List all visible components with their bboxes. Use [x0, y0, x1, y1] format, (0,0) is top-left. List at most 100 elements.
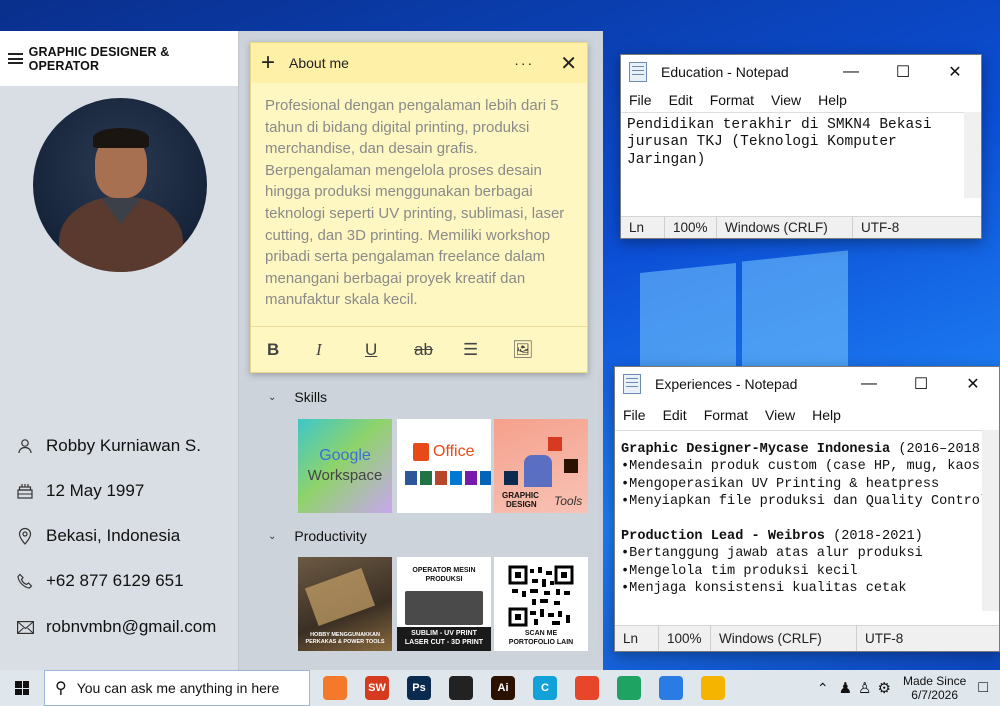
add-note-icon[interactable]: +	[261, 51, 275, 75]
close-button[interactable]: ✕	[947, 374, 999, 394]
search-icon: ⚲	[55, 680, 67, 697]
experiences-statusbar: Ln 100% Windows (CRLF) UTF-8	[615, 625, 999, 651]
status-ln: Ln	[621, 217, 665, 238]
experience-line: Graphic Designer-Mycase Indonesia (2016–…	[621, 441, 982, 458]
education-statusbar: Ln 100% Windows (CRLF) UTF-8	[621, 216, 981, 238]
location-pin-icon	[16, 527, 34, 545]
person-standing-icon[interactable]: ♙	[858, 679, 871, 697]
productivity-group-header[interactable]: ⌄ Productivity	[268, 528, 367, 544]
machines-image	[405, 591, 483, 625]
menu-help[interactable]: Help	[812, 407, 841, 423]
tile-google-workspace[interactable]: Google Workspace	[298, 419, 392, 513]
menu-view[interactable]: View	[771, 92, 801, 108]
taskbar-app-illustrator[interactable]: Ai	[482, 670, 524, 706]
experiences-text-area[interactable]: Graphic Designer-Mycase Indonesia (2016–…	[615, 430, 982, 611]
taskbar-app-docs[interactable]	[650, 670, 692, 706]
education-text-area[interactable]: Pendidikan terakhir di SMKN4 Bekasi juru…	[621, 112, 964, 198]
menu-view[interactable]: View	[765, 407, 795, 423]
ps-icon	[504, 471, 518, 485]
close-button[interactable]: ✕	[929, 62, 981, 82]
menu-help[interactable]: Help	[818, 92, 847, 108]
taskbar-app-photoshop[interactable]: Ps	[398, 670, 440, 706]
skills-group-header[interactable]: ⌄ Skills	[268, 389, 327, 405]
tile-hobby-line2: PERKAKAS & POWER TOOLS	[305, 639, 385, 645]
slides-icon	[701, 676, 725, 700]
cake-icon	[16, 482, 34, 500]
person-silhouette-icon[interactable]: ♟	[839, 679, 852, 697]
experiences-notepad-window[interactable]: Experiences - Notepad — ☐ ✕ File Edit Fo…	[614, 366, 1000, 652]
menu-edit[interactable]: Edit	[669, 92, 693, 108]
strikethrough-button[interactable]: ab	[414, 340, 463, 360]
experience-line: Production Lead - Weibros (2018-2021)	[621, 528, 976, 545]
more-options-icon[interactable]: ···	[514, 55, 534, 71]
experiences-title: Experiences - Notepad	[655, 375, 798, 392]
taskbar-app-coreldraw[interactable]: C	[524, 670, 566, 706]
info-location: Bekasi, Indonesia	[16, 526, 180, 546]
docs-icon	[659, 676, 683, 700]
taskbar-app-inkscape[interactable]	[440, 670, 482, 706]
experience-line: •Menjaga konsistensi kualitas cetak	[621, 580, 976, 597]
sw-icon	[548, 437, 562, 451]
taskbar-app-slides[interactable]	[692, 670, 734, 706]
menu-file[interactable]: File	[629, 92, 652, 108]
taskbar-search-box[interactable]: ⚲ You can ask me anything in here	[44, 670, 310, 706]
maximize-button[interactable]: ☐	[895, 374, 947, 394]
experience-role: Graphic Designer-Mycase Indonesia	[621, 442, 891, 457]
tile-hobby-tools[interactable]: HOBBY MENGGUNAKKAN PERKAKAS & POWER TOOL…	[298, 557, 392, 651]
sticky-body[interactable]: Profesional dengan pengalaman lebih dari…	[251, 83, 587, 329]
tools-image	[304, 567, 376, 627]
italic-button[interactable]: I	[316, 340, 365, 360]
tile-op-bot1: SUBLIM - UV PRINT	[411, 630, 477, 637]
tile-op-top2: PRODUKSI	[425, 576, 463, 583]
hamburger-menu-icon[interactable]	[8, 53, 23, 64]
maximize-button[interactable]: ☐	[877, 62, 929, 82]
gear-user-icon[interactable]: ⚙	[878, 679, 891, 697]
qr-code-icon[interactable]	[508, 565, 574, 627]
coreldraw-icon: C	[533, 676, 557, 700]
tile-op-top1: OPERATOR MESIN	[412, 567, 476, 574]
minimize-button[interactable]: —	[825, 63, 877, 81]
education-title: Education - Notepad	[661, 63, 789, 80]
tile-scan-me[interactable]: SCAN ME PORTOFOLIO LAIN	[494, 557, 588, 651]
notification-icon[interactable]: □	[978, 679, 988, 697]
tile-scan-line2: PORTOFOLIO LAIN	[508, 639, 574, 646]
profile-birthdate: 12 May 1997	[46, 481, 145, 500]
education-titlebar[interactable]: Education - Notepad — ☐ ✕	[621, 55, 981, 88]
bold-button[interactable]: B	[267, 340, 316, 360]
photoshop-icon: Ps	[407, 676, 431, 700]
menu-edit[interactable]: Edit	[663, 407, 687, 423]
tile-office[interactable]: Office	[397, 419, 491, 513]
chevron-up-icon[interactable]: ⌃	[817, 680, 829, 697]
vertical-scrollbar[interactable]	[964, 112, 981, 198]
tile-google-line1: Google	[319, 447, 371, 464]
taskbar-app-autodesk[interactable]	[566, 670, 608, 706]
taskbar-app-blender[interactable]	[314, 670, 356, 706]
profile-title: GRAPHIC DESIGNER & OPERATOR	[28, 44, 170, 73]
education-notepad-window[interactable]: Education - Notepad — ☐ ✕ File Edit Form…	[620, 54, 982, 239]
menu-format[interactable]: Format	[704, 407, 748, 423]
taskbar-app-solidworks[interactable]: SW	[356, 670, 398, 706]
image-button[interactable]: 🖼	[512, 340, 561, 360]
list-button[interactable]: ☰	[463, 340, 512, 360]
menu-file[interactable]: File	[623, 407, 646, 423]
about-me-sticky-note[interactable]: + About me ··· ✕ Profesional dengan peng…	[250, 42, 588, 373]
solidworks-icon: SW	[365, 676, 389, 700]
info-birthdate: 12 May 1997	[16, 481, 144, 501]
status-zoom: 100%	[659, 626, 711, 651]
close-icon[interactable]: ✕	[560, 51, 577, 76]
status-eol: Windows (CRLF)	[711, 626, 857, 651]
underline-button[interactable]: U	[365, 340, 414, 360]
tile-operator-mesin[interactable]: OPERATOR MESIN PRODUKSI SUBLIM - UV PRIN…	[397, 557, 491, 651]
start-button[interactable]	[0, 670, 44, 706]
chevron-down-icon: ⌄	[268, 391, 277, 403]
vertical-scrollbar[interactable]	[982, 430, 999, 611]
experiences-menubar: File Edit Format View Help	[615, 400, 999, 430]
tile-graphic-design-tools[interactable]: GRAPHIC DESIGN Tools	[494, 419, 588, 513]
menu-format[interactable]: Format	[710, 92, 754, 108]
taskbar-app-sheets[interactable]	[608, 670, 650, 706]
education-menubar: File Edit Format View Help	[621, 88, 981, 112]
designer-figure-icon	[524, 455, 552, 487]
experiences-titlebar[interactable]: Experiences - Notepad — ☐ ✕	[615, 367, 999, 400]
taskbar-clock[interactable]: Made Since 6/7/2026	[903, 674, 966, 702]
minimize-button[interactable]: —	[843, 375, 895, 393]
